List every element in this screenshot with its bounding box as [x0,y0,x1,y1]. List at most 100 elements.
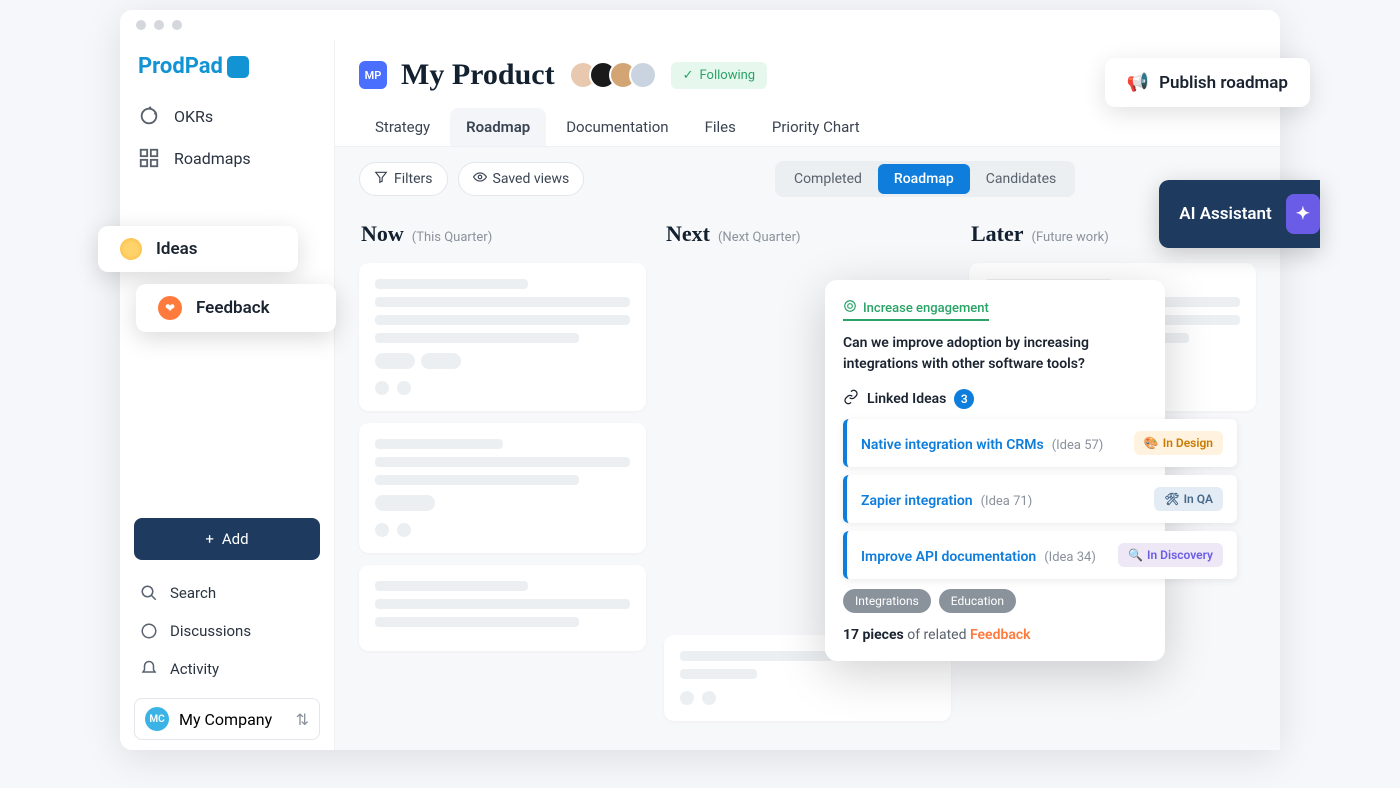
view-segmented: Completed Roadmap Candidates [775,161,1075,197]
ai-label: AI Assistant [1179,204,1272,224]
initiative-card[interactable]: Increase engagement Can we improve adopt… [825,280,1165,661]
linked-ideas-header: Linked Ideas 3 [843,389,1147,409]
util-label: Discussions [170,622,251,640]
window-titlebar [120,10,1280,40]
check-icon: ✓ [683,68,694,83]
linked-idea-row[interactable]: Native integration with CRMs (Idea 57) 🎨… [843,419,1237,467]
idea-id: (Idea 71) [981,494,1033,509]
linked-idea-row[interactable]: Zapier integration (Idea 71) 🛠 In QA [843,475,1237,523]
column-now: Now (This Quarter) [359,217,646,730]
feedback-summary: 17 pieces of related Feedback [843,627,1147,643]
following-label: Following [700,68,756,83]
avatar [629,61,657,89]
logo-icon [227,56,249,78]
org-badge: MC [145,707,169,731]
column-subtitle: (Future work) [1032,230,1109,245]
activity-link[interactable]: Activity [134,652,320,686]
link-icon [843,389,859,409]
idea-title: Zapier integration [861,493,973,509]
linked-ideas-count: 3 [954,389,974,409]
column-title: Later [971,221,1024,247]
tab-priority-chart[interactable]: Priority Chart [756,108,876,146]
segment-roadmap[interactable]: Roadmap [878,164,970,194]
saved-views-button[interactable]: Saved views [458,162,585,196]
column-subtitle: (Next Quarter) [718,230,801,245]
sidebar-item-label: Feedback [196,298,270,318]
filter-icon [374,170,388,188]
product-title: My Product [401,58,555,92]
chevron-updown-icon: ⇅ [296,710,309,729]
traffic-dot [136,20,146,30]
idea-id: (Idea 57) [1052,438,1104,453]
publish-roadmap-button[interactable]: 📢 Publish roadmap [1105,58,1310,107]
roadmap-card[interactable] [359,423,646,553]
sidebar-item-feedback[interactable]: ❤ Feedback [136,284,336,332]
following-pill[interactable]: ✓ Following [671,62,768,89]
idea-id: (Idea 34) [1044,550,1096,565]
sidebar-item-label: Roadmaps [174,149,251,168]
collaborator-avatars[interactable] [569,61,657,89]
bulb-icon [120,238,142,260]
column-title: Now [361,221,404,247]
util-label: Search [170,584,216,602]
util-label: Activity [170,660,219,678]
column-title: Next [666,221,710,247]
filters-button[interactable]: Filters [359,162,448,196]
linked-ideas-label: Linked Ideas [867,391,946,407]
sidebar-item-roadmaps[interactable]: Roadmaps [120,137,334,179]
add-button[interactable]: + Add [134,518,320,560]
heart-icon: ❤ [158,296,182,320]
eye-icon [473,170,487,188]
grid-icon [138,147,160,169]
sidebar-item-okrs[interactable]: OKRs [120,95,334,137]
logo-text: ProdPad [138,54,223,79]
status-pill: 🔍 In Discovery [1118,543,1223,567]
chat-icon [140,622,158,640]
traffic-dot [172,20,182,30]
tab-files[interactable]: Files [689,108,752,146]
tag[interactable]: Education [939,589,1016,613]
saved-views-label: Saved views [493,171,570,187]
product-tabs: Strategy Roadmap Documentation Files Pri… [335,100,1280,147]
objective-label: Increase engagement [863,301,989,316]
segment-candidates[interactable]: Candidates [970,164,1073,194]
board-toolbar: Filters Saved views Completed Roadmap Ca… [335,147,1280,211]
ai-assistant-button[interactable]: AI Assistant ✦ [1159,180,1320,248]
sidebar-item-label: OKRs [174,107,213,126]
traffic-dot [154,20,164,30]
main-content: MP My Product ✓ Following 📢 Publish road… [335,40,1280,750]
initiative-question: Can we improve adoption by increasing in… [843,333,1147,375]
tab-roadmap[interactable]: Roadmap [450,108,546,146]
org-selector[interactable]: MC My Company ⇅ [134,698,320,740]
discussions-link[interactable]: Discussions [134,614,320,648]
objective-tag[interactable]: Increase engagement [843,299,989,321]
status-pill: 🛠 In QA [1154,487,1223,511]
logo: ProdPad [120,50,334,95]
target-icon [138,105,160,127]
linked-idea-row[interactable]: Improve API documentation (Idea 34) 🔍 In… [843,531,1237,579]
tab-documentation[interactable]: Documentation [550,108,684,146]
filters-label: Filters [394,171,433,187]
idea-title: Native integration with CRMs [861,437,1044,453]
search-icon [140,584,158,602]
roadmap-card[interactable] [359,263,646,411]
target-icon [843,299,857,317]
search-link[interactable]: Search [134,576,320,610]
tab-strategy[interactable]: Strategy [359,108,446,146]
idea-title: Improve API documentation [861,549,1036,565]
publish-label: Publish roadmap [1159,73,1288,93]
tag[interactable]: Integrations [843,589,931,613]
feedback-link[interactable]: Feedback [970,627,1031,643]
roadmap-card[interactable] [359,565,646,651]
add-button-label: Add [222,530,249,548]
product-badge: MP [359,61,387,89]
sparkle-icon: ✦ [1286,194,1320,234]
bell-icon [140,660,158,678]
sidebar: ProdPad OKRs Roadmaps Reports [120,40,335,750]
sidebar-item-ideas[interactable]: Ideas [98,226,298,272]
segment-completed[interactable]: Completed [778,164,878,194]
column-subtitle: (This Quarter) [412,230,492,245]
sidebar-item-label: Ideas [156,239,197,259]
megaphone-icon: 📢 [1127,72,1149,93]
org-name: My Company [179,710,272,729]
